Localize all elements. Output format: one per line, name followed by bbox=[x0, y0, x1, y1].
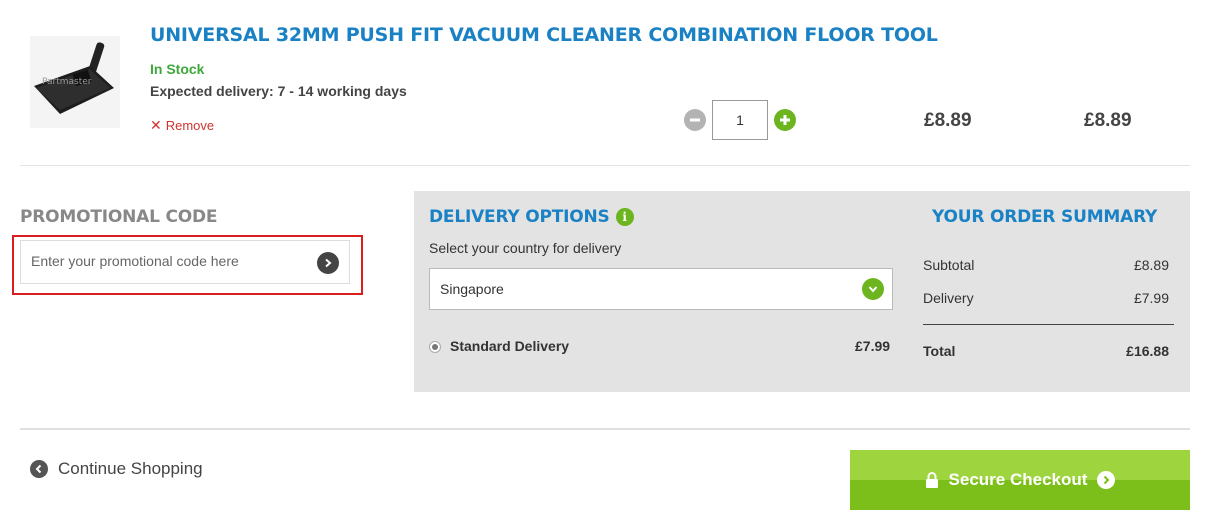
continue-shopping-label: Continue Shopping bbox=[58, 459, 203, 478]
divider bbox=[20, 428, 1190, 430]
order-summary-title: YOUR ORDER SUMMARY bbox=[932, 207, 1158, 227]
delivery-summary-panel: DELIVERY OPTIONS i Select your country f… bbox=[414, 191, 1190, 392]
delivery-value: £7.99 bbox=[1133, 290, 1169, 306]
promo-code-input[interactable] bbox=[31, 253, 311, 269]
standard-delivery-price: £7.99 bbox=[855, 338, 891, 354]
expected-delivery: Expected delivery: 7 - 14 working days bbox=[150, 83, 407, 99]
subtotal-label: Subtotal bbox=[923, 257, 975, 273]
subtotal-value: £8.89 bbox=[1133, 257, 1169, 273]
delivery-label: Delivery bbox=[923, 290, 974, 306]
country-select-label: Select your country for delivery bbox=[429, 240, 622, 256]
info-icon[interactable]: i bbox=[615, 208, 634, 226]
country-select[interactable]: Singapore bbox=[429, 268, 893, 310]
secure-checkout-button[interactable]: Secure Checkout bbox=[850, 450, 1190, 510]
checkout-label: Secure Checkout bbox=[948, 470, 1088, 489]
standard-delivery-radio[interactable] bbox=[429, 341, 441, 353]
standard-delivery-label: Standard Delivery bbox=[450, 338, 570, 354]
delivery-row: Delivery £7.99 bbox=[923, 290, 1169, 306]
chevron-right-icon bbox=[325, 258, 332, 268]
total-row: Total £16.88 bbox=[923, 343, 1169, 359]
quantity-input[interactable] bbox=[712, 100, 768, 140]
plus-icon[interactable] bbox=[774, 109, 796, 131]
total-label: Total bbox=[923, 343, 956, 359]
country-value: Singapore bbox=[440, 281, 504, 297]
subtotal-row: Subtotal £8.89 bbox=[923, 257, 1169, 273]
delivery-options-heading: DELIVERY OPTIONS i bbox=[429, 207, 634, 227]
lock-icon bbox=[925, 472, 938, 488]
chevron-right-icon bbox=[1097, 471, 1116, 489]
total-value: £16.88 bbox=[1126, 343, 1169, 359]
chevron-down-icon bbox=[862, 278, 884, 300]
divider bbox=[20, 165, 1190, 166]
minus-icon[interactable] bbox=[684, 109, 706, 131]
unit-price: £8.89 bbox=[924, 110, 972, 131]
remove-label: Remove bbox=[165, 118, 215, 133]
remove-button[interactable]: ✕ Remove bbox=[150, 117, 214, 134]
summary-divider bbox=[923, 324, 1174, 325]
quantity-stepper bbox=[684, 100, 796, 140]
watermark-text: Partmaster bbox=[42, 77, 92, 87]
line-total-price: £8.89 bbox=[1084, 110, 1132, 131]
promo-title: PROMOTIONAL CODE bbox=[20, 207, 218, 227]
stock-status: In Stock bbox=[150, 61, 205, 77]
close-icon: ✕ bbox=[150, 117, 162, 133]
product-title[interactable]: UNIVERSAL 32MM PUSH FIT VACUUM CLEANER C… bbox=[150, 24, 938, 46]
continue-shopping-link[interactable]: Continue Shopping bbox=[30, 459, 203, 479]
chevron-left-icon bbox=[30, 460, 48, 478]
promo-field-box bbox=[20, 240, 350, 284]
delivery-options-title: DELIVERY OPTIONS bbox=[429, 207, 610, 227]
product-image[interactable]: Partmaster bbox=[30, 36, 120, 128]
promo-submit-button[interactable] bbox=[317, 252, 339, 274]
